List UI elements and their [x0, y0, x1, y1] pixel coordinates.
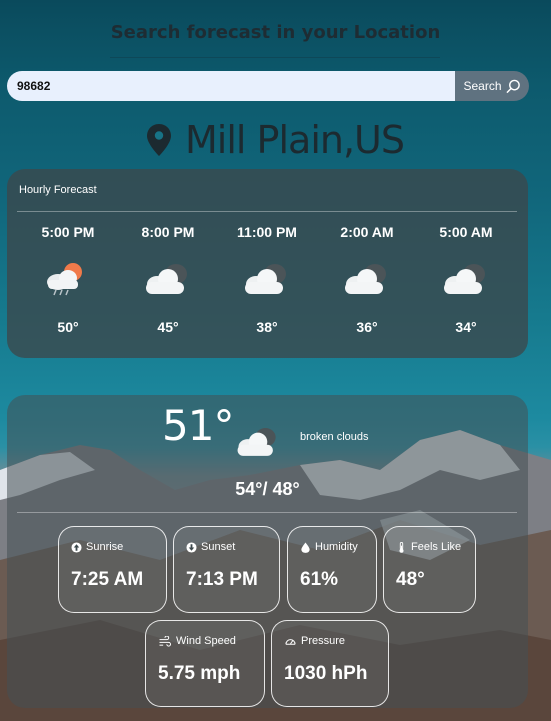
sunset-label: Sunset — [201, 541, 236, 553]
hourly-temp: 36° — [356, 319, 378, 335]
wind-icon — [159, 635, 171, 647]
hourly-item: 5:00 AM 34° — [421, 224, 511, 335]
pressure-label: Pressure — [301, 635, 346, 647]
broken-clouds-icon — [237, 428, 276, 456]
current-description: broken clouds — [300, 431, 369, 443]
current-high-low: 54°/ 48° — [235, 479, 300, 499]
pressure-tile: Pressure 1030 hPh — [271, 620, 389, 707]
hourly-item: 5:00 PM 50° — [23, 224, 113, 335]
hourly-forecast-card: Hourly Forecast 5:00 PM 50° 8:00 PM 45° … — [7, 169, 528, 358]
feels-like-value: 48° — [396, 569, 425, 590]
thermometer-icon — [399, 541, 404, 553]
search-icon — [505, 79, 520, 93]
humidity-label: Humidity — [315, 541, 358, 553]
search-input[interactable] — [7, 71, 455, 101]
hourly-item: 11:00 PM 38° — [222, 224, 312, 335]
broken-clouds-icon — [245, 264, 286, 294]
droplet-icon — [301, 541, 310, 553]
location-header: Mill Plain,US — [0, 118, 551, 162]
search-bar: Search — [7, 71, 529, 101]
map-pin-icon — [147, 124, 172, 156]
search-button[interactable]: Search — [455, 71, 529, 101]
wind-speed-label: Wind Speed — [176, 635, 236, 647]
feels-like-label: Feels Like — [411, 541, 462, 553]
search-button-label: Search — [463, 79, 502, 93]
hourly-temp: 34° — [455, 319, 477, 335]
page-title: Search forecast in your Location — [110, 22, 441, 43]
feels-like-tile: Feels Like 48° — [383, 526, 476, 613]
sunrise-tile: Sunrise 7:25 AM — [58, 526, 167, 613]
pressure-value: 1030 hPh — [284, 663, 368, 684]
hourly-time: 11:00 PM — [237, 224, 297, 240]
arrow-up-circle-icon — [71, 541, 82, 553]
hourly-time: 8:00 PM — [141, 224, 195, 240]
current-temp: 51° — [162, 401, 234, 450]
hourly-forecast-title: Hourly Forecast — [19, 184, 97, 196]
hourly-time: 2:00 AM — [340, 224, 394, 240]
sunrise-value: 7:25 AM — [71, 569, 144, 590]
current-divider — [17, 512, 517, 513]
sunrise-label: Sunrise — [86, 541, 124, 553]
humidity-value: 61% — [300, 569, 339, 590]
title-divider — [110, 57, 440, 58]
wind-speed-tile: Wind Speed 5.75 mph — [145, 620, 265, 707]
broken-clouds-icon — [444, 264, 485, 294]
hourly-temp: 50° — [57, 319, 79, 335]
hourly-divider — [17, 211, 517, 212]
hourly-time: 5:00 PM — [41, 224, 95, 240]
hourly-item: 8:00 PM 45° — [123, 224, 213, 335]
hourly-time: 5:00 AM — [439, 224, 493, 240]
sun-cloud-rain-icon — [47, 263, 82, 296]
hourly-item: 2:00 AM 36° — [322, 224, 412, 335]
sunset-value: 7:13 PM — [186, 569, 258, 590]
hourly-temp: 38° — [256, 319, 278, 335]
humidity-tile: Humidity 61% — [287, 526, 377, 613]
broken-clouds-icon — [146, 264, 187, 294]
broken-clouds-icon — [345, 264, 386, 294]
current-weather-card: 51° broken clouds 54°/ 48° Sunrise 7:25 … — [7, 395, 528, 708]
arrow-down-circle-icon — [186, 541, 197, 553]
wind-speed-value: 5.75 mph — [158, 663, 241, 684]
gauge-icon — [285, 638, 296, 645]
hourly-temp: 45° — [157, 319, 179, 335]
sunset-tile: Sunset 7:13 PM — [173, 526, 280, 613]
location-name: Mill Plain,US — [185, 118, 405, 162]
